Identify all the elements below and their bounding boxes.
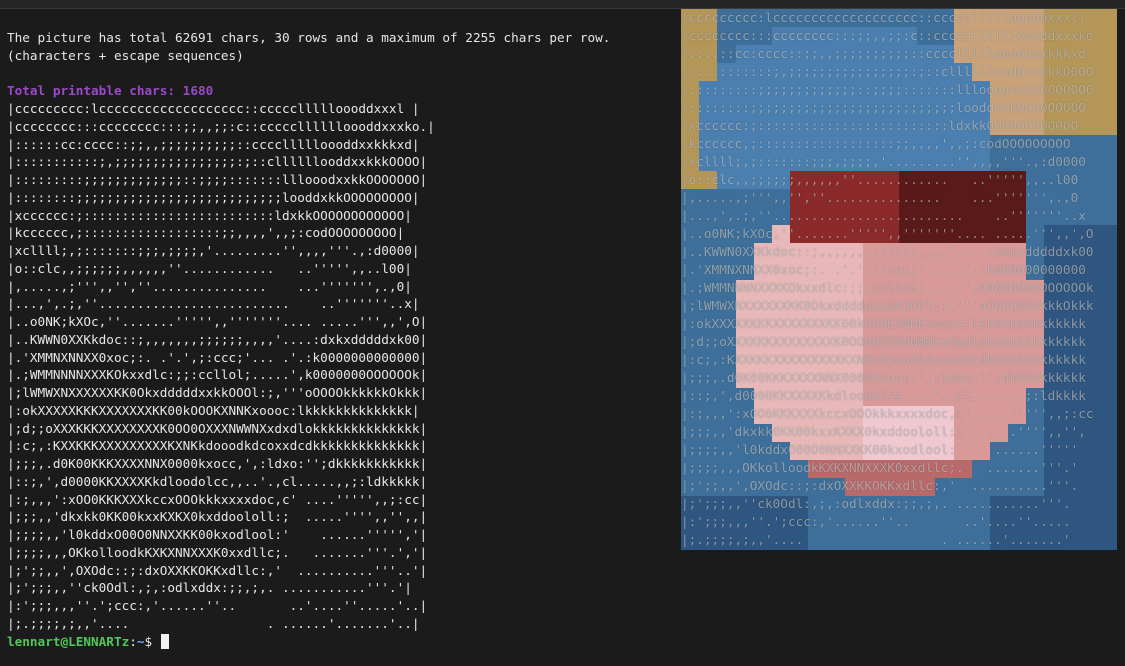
ascii-art-row: |xcccccc:;:::::::::::::::::::::::::ldxkk… bbox=[7, 207, 412, 223]
ascii-art-row: |;d;;oXXXKKKXXXXXXXXK0OO0OXXXNWWNXxdxdlo… bbox=[7, 420, 428, 436]
preview-ascii-row: |;;;;,,,OKkolloodkKXKXNNXXXK0xxdllc;. ..… bbox=[681, 460, 1079, 475]
preview-ascii-row: |xcccccc:;:::::::::::::::::::::::::ldxkk… bbox=[681, 118, 1079, 133]
prompt-user-host: lennart@LENNARTz bbox=[7, 633, 130, 649]
ascii-preview-image: |ccccccccc:lccccccccccccccccccc::cccccll… bbox=[681, 9, 1117, 550]
preview-ascii-row: |:';;;,,,''.';ccc:,'......''.. ..'....''… bbox=[681, 514, 1071, 529]
terminal-output: The picture has total 62691 chars, 30 ro… bbox=[7, 29, 677, 650]
preview-ascii-row: |:okXXXXXKKKXXXXXXXKK00kOOOKXNNKxoooc:lk… bbox=[681, 316, 1086, 331]
ascii-art-row: |,.....,;''',,'',''............... ...''… bbox=[7, 278, 412, 294]
ascii-art-row: |;;;,.d0K00KKKXXXXNNX0000kxocc,',:ldxo:'… bbox=[7, 456, 428, 471]
preview-ascii-row: |,.....,;''',,'',''............... ...''… bbox=[681, 190, 1079, 205]
ascii-art-output: |ccccccccc:lccccccccccccccccccc::cccccll… bbox=[7, 100, 677, 633]
stats-line-total-chars: The picture has total 62691 chars, 30 ro… bbox=[7, 30, 611, 45]
ascii-art-row: |...,',.;,''......................... ..… bbox=[7, 296, 420, 312]
ascii-art-row: |xcllll;,;:::::::;;;,;;;;,'.........'',,… bbox=[7, 243, 420, 258]
preview-ascii-row: |;';;;,,''ck0Odl:,;,:odlxddx:;;,;,. ....… bbox=[681, 496, 1071, 511]
terminal-window[interactable]: The picture has total 62691 chars, 30 ro… bbox=[0, 0, 1125, 666]
ascii-art-row: |;';;;,,''ck0Odl:,;,:odlxddx:;;,;,. ....… bbox=[7, 580, 412, 596]
preview-ascii-row: |ccccccccc:lccccccccccccccccccc::cccccll… bbox=[681, 10, 1086, 25]
ascii-art-row: |::::::::;;;;;;;;;;;;;;;;;;;;;;;;;;;lood… bbox=[7, 189, 420, 205]
window-top-bar bbox=[0, 0, 1125, 9]
preview-ascii-row: |cccccccc:::cccccccc:::;;,,;;:c::cccccll… bbox=[681, 28, 1094, 43]
stats-line-escape-note: (characters + escape sequences) bbox=[7, 47, 244, 63]
preview-ascii-row: |;.;;;;,;,,'.... . ......'.......' bbox=[681, 532, 1071, 547]
preview-ascii-row: |;';;,,',OXOdc::;:dxOXXKKOKKxdllc:,' ...… bbox=[681, 478, 1079, 493]
preview-ascii-row: |o::clc,,;;;;;;,,,,,,''............ ..''… bbox=[681, 172, 1079, 187]
ascii-art-row: |::;,',d0000KKXXXXKkdloodolcc,,..'.,cl..… bbox=[7, 473, 428, 489]
preview-ascii-row: |:;,,,':xOO0KKKXXXkccxOOOkkkxxxxdoc,c' .… bbox=[681, 406, 1094, 421]
ascii-art-row: |:::::::::::;,;;;;;;;;;;;;;;;;:;::clllll… bbox=[7, 154, 428, 170]
preview-ascii-row: |.;WMMNNNNXXXKOkxxdlc:;;:ccllol;.....',k… bbox=[681, 280, 1094, 295]
prompt-symbol: $ bbox=[144, 633, 160, 649]
preview-ascii-row: |.'XMMNXNNXX0xoc;:. .'.',;:ccc;'... .'.:… bbox=[681, 262, 1086, 277]
preview-ascii-row: |;;;,.d0K00KKKXXXXNNX0000kxocc,',:ldxo:'… bbox=[681, 370, 1086, 385]
preview-ascii-row: |..KWWN0XXKkdoc::;,,,,,,,;;;;;;,,,,'....… bbox=[681, 244, 1094, 259]
preview-ascii-row: |;;;;,,'l0kddxO00O0NNXXKK00kxodlool:' ..… bbox=[681, 442, 1079, 457]
ascii-art-row: |;;;;,,'l0kddxO00O0NNXXKK00kxodlool:' ..… bbox=[7, 527, 428, 542]
preview-ascii-row: |;lWMWXNXXXXXXKK0OkxdddddxxkkOOOl:;,'''o… bbox=[681, 298, 1094, 313]
preview-ascii-row: |;;;,,'dkxkk0KK00kxxKXKX0kxddoololl:; ..… bbox=[681, 424, 1086, 439]
ascii-art-row: |:;,,,':xOO0KKKXXXkccxOOOkkkxxxxdoc,c' .… bbox=[7, 491, 428, 507]
ascii-art-row: |:';;;,,,''.';ccc:,'......''.. ..'....''… bbox=[7, 598, 428, 613]
preview-ascii-row: |kcccccc,;::::::::::::::::::;;,,,,',,;:c… bbox=[681, 136, 1071, 151]
ascii-art-row: |.'XMMNXNNXX0xoc;:. .'.',;:ccc;'... .'.:… bbox=[7, 349, 428, 365]
prompt-path: ~ bbox=[136, 633, 145, 649]
ascii-art-row: |ccccccccc:lccccccccccccccccccc::cccccll… bbox=[7, 101, 420, 116]
preview-ascii-row: |...,',.;,''......................... ..… bbox=[681, 208, 1086, 223]
ascii-art-row: |..o0NK;kXOc,''.......''''',,'''''''....… bbox=[7, 314, 428, 329]
ascii-art-row: |::::::cc:cccc::;;,,;;;;;;;;;;::ccccllll… bbox=[7, 136, 420, 152]
ascii-art-row: |:okXXXXXKKKXXXXXXXKK00kOOOKXNNKxoooc:lk… bbox=[7, 402, 420, 418]
preview-ascii-row: |;d;;oXXXKKKXXXXXXXXK0OO0OXXXNWWNXxdxdlo… bbox=[681, 334, 1086, 349]
ascii-art-row: |;;;,,'dkxkk0KK00kxxKXKX0kxddoololl:; ..… bbox=[7, 509, 428, 525]
ascii-art-row: |:::::::::;;;;;;;;;;;;;::;;;;:::::::lllo… bbox=[7, 172, 428, 187]
ascii-art-row: |:c;,:KXXKKKXXXXXXXXXKXNKkdooodkdcoxxdcd… bbox=[7, 438, 428, 454]
preview-ascii-row: |..o0NK;kXOc,''.......''''',,'''''''....… bbox=[681, 226, 1094, 241]
ascii-art-row: |.;WMMNNNNXXXKOkxxdlc:;;:ccllol;.....',k… bbox=[7, 367, 428, 383]
prompt-separator: : bbox=[129, 633, 137, 649]
preview-ascii-row: |:::::::::::;,;;;;;;;;;;;;;;;;:;::clllll… bbox=[681, 64, 1094, 79]
ascii-art-row: |;lWMWXNXXXXXXKK0OkxdddddxxkkOOOl:;,'''o… bbox=[7, 385, 428, 400]
preview-ascii-overlay: |ccccccccc:lccccccccccccccccccc::cccccll… bbox=[681, 9, 1117, 550]
preview-ascii-row: |::;,',d0000KKXXXXKkdloodolcc,,..'.,cl..… bbox=[681, 388, 1086, 403]
total-printable-chars: Total printable chars: 1680 bbox=[7, 83, 214, 99]
ascii-art-row: |kcccccc,;::::::::::::::::::;;,,,,',,;:c… bbox=[7, 225, 405, 241]
preview-ascii-row: |::::::::;;;;;;;;;;;;;;;;;;;;;;;;;;;lood… bbox=[681, 100, 1086, 115]
ascii-art-row: |;;;;,,,OKkolloodkKXKXNNXXXK0xxdllc;. ..… bbox=[7, 544, 428, 560]
shell-prompt[interactable]: lennart@LENNARTz:~$ bbox=[7, 633, 677, 651]
ascii-art-row: |o::clc,,;;;;;;,,,,,,''............ ..''… bbox=[7, 260, 412, 276]
ascii-art-row: |;';;,,',OXOdc::;:dxOXXKKOKKxdllc:,' ...… bbox=[7, 562, 428, 578]
ascii-art-row: |;.;;;;,;,,'.... . ......'.......'..| bbox=[7, 615, 420, 631]
ascii-art-row: |..KWWN0XXKkdoc::;,,,,,,,;;;;;;,,,,'....… bbox=[7, 331, 428, 347]
ascii-art-row: |cccccccc:::cccccccc:::;;,,;;:c::cccccll… bbox=[7, 118, 435, 134]
text-cursor bbox=[160, 633, 169, 649]
preview-ascii-row: |xcllll;,;:::::::;;;,;;;;,'.........'',,… bbox=[681, 154, 1086, 169]
preview-ascii-row: |:::::::::;;;;;;;;;;;;;::;;;;:::::::lllo… bbox=[681, 82, 1094, 97]
preview-ascii-row: |::::::cc:cccc::;;,,;;;;;;;;;;::ccccllll… bbox=[681, 46, 1086, 61]
preview-ascii-row: |:c;,:KXXKKKXXXXXXXXXKXNKkdooodkdcoxxdcd… bbox=[681, 352, 1086, 367]
